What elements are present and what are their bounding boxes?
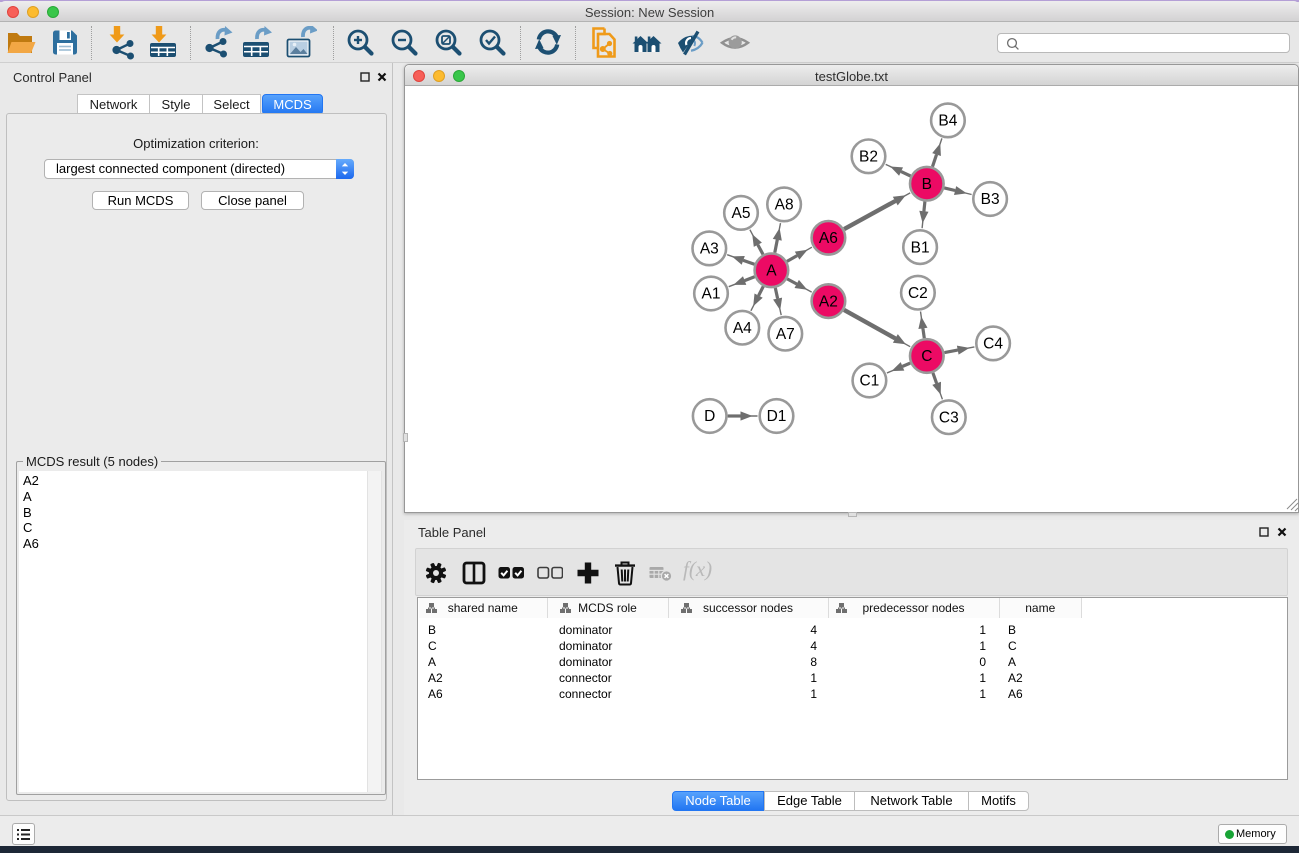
svg-text:B: B <box>922 176 932 193</box>
svg-text:C4: C4 <box>983 336 1003 353</box>
svg-text:B1: B1 <box>911 239 930 256</box>
svg-text:A1: A1 <box>702 286 721 303</box>
svg-text:A: A <box>766 263 777 280</box>
svg-text:C1: C1 <box>859 373 879 390</box>
svg-text:D1: D1 <box>767 408 787 425</box>
svg-text:C2: C2 <box>908 285 928 302</box>
svg-text:A2: A2 <box>819 293 838 310</box>
svg-text:B3: B3 <box>981 191 1000 208</box>
svg-text:B4: B4 <box>938 113 957 130</box>
svg-text:B2: B2 <box>859 149 878 166</box>
svg-text:A7: A7 <box>776 326 795 343</box>
svg-text:A4: A4 <box>733 320 752 337</box>
svg-text:A5: A5 <box>732 205 751 222</box>
svg-text:A3: A3 <box>700 241 719 258</box>
svg-text:C: C <box>921 348 932 365</box>
svg-text:A8: A8 <box>775 197 794 214</box>
svg-text:D: D <box>704 408 715 425</box>
svg-text:A6: A6 <box>819 230 838 247</box>
svg-text:C3: C3 <box>939 409 959 426</box>
